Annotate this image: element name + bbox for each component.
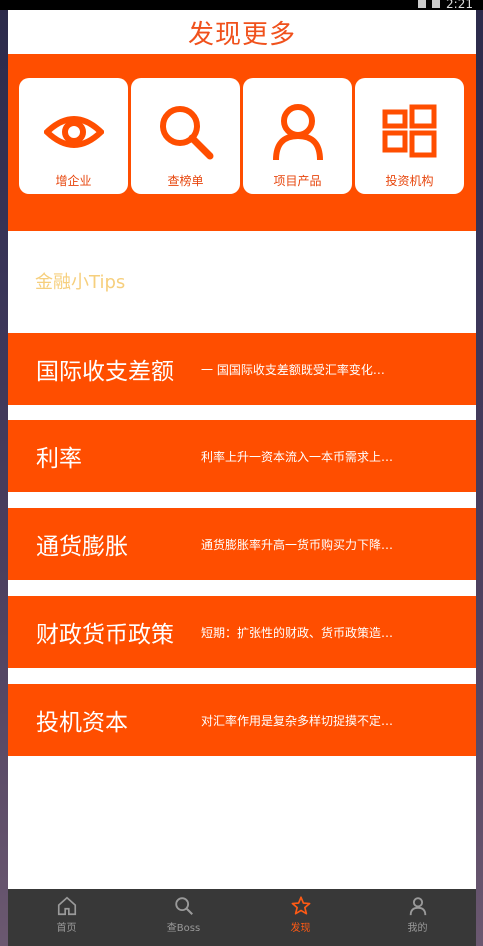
nav-item-boss[interactable]: 查Boss — [125, 889, 242, 946]
feature-label: 项目产品 — [273, 174, 322, 188]
nav-item-mine[interactable]: 我的 — [359, 889, 476, 946]
nav-label: 查Boss — [166, 923, 201, 934]
nav-label: 我的 — [407, 923, 428, 934]
bottom-nav: 首页 查Boss 发现 我的 — [8, 889, 476, 946]
status-bar: 2:21 — [0, 0, 483, 11]
search-icon — [174, 897, 193, 915]
tip-row[interactable]: 财政货币政策 短期：扩张性的财政、货币政策造… — [8, 596, 476, 668]
tip-title: 通货膨胀 — [36, 534, 128, 560]
feature-card-companies[interactable]: 增企业 — [19, 78, 128, 194]
tip-title: 国际收支差额 — [36, 359, 174, 385]
eye-icon — [43, 116, 104, 148]
battery-icon — [432, 0, 441, 8]
star-icon — [291, 896, 310, 915]
feature-panel: 增企业 查榜单 项目产品 投资机构 — [8, 54, 476, 231]
tip-desc: 短期：扩张性的财政、货币政策造… — [201, 625, 394, 640]
tip-desc: 利率上升一资本流入一本币需求上… — [201, 449, 394, 464]
tips-heading: 金融小Tips — [35, 272, 126, 293]
tip-title: 财政货币政策 — [36, 622, 174, 648]
feature-card-investors[interactable]: 投资机构 — [355, 78, 464, 194]
tip-title: 利率 — [36, 446, 82, 472]
tip-desc: 通货膨胀率升高一货币购买力下降… — [201, 537, 394, 552]
tip-row[interactable]: 利率 利率上升一资本流入一本币需求上… — [8, 420, 476, 492]
nav-label: 首页 — [56, 923, 77, 934]
feature-label: 查榜单 — [167, 174, 204, 188]
wifi-icon — [418, 0, 427, 8]
tip-title: 投机资本 — [36, 710, 128, 736]
feature-label: 增企业 — [55, 174, 92, 188]
tip-row[interactable]: 国际收支差额 一 国国际收支差额既受汇率变化… — [8, 333, 476, 405]
grid-icon — [382, 104, 436, 158]
tip-row[interactable]: 投机资本 对汇率作用是复杂多样切捉摸不定… — [8, 684, 476, 756]
tip-row[interactable]: 通货膨胀 通货膨胀率升高一货币购买力下降… — [8, 508, 476, 580]
nav-item-home[interactable]: 首页 — [8, 889, 125, 946]
tip-desc: 对汇率作用是复杂多样切捉摸不定… — [201, 713, 394, 728]
feature-card-rankings[interactable]: 查榜单 — [131, 78, 240, 194]
person-icon — [272, 104, 323, 161]
nav-item-discover[interactable]: 发现 — [242, 889, 359, 946]
feature-label: 投资机构 — [385, 174, 434, 188]
nav-label: 发现 — [290, 923, 311, 934]
tip-desc: 一 国国际收支差额既受汇率变化… — [201, 362, 385, 377]
app-screen: 发现更多 增企业 查榜单 项目产品 投资机构 金融小Tips 国际收支差额 一 … — [8, 10, 476, 946]
user-icon — [409, 897, 426, 916]
search-icon — [159, 106, 213, 160]
feature-card-projects[interactable]: 项目产品 — [243, 78, 352, 194]
page-title: 发现更多 — [187, 19, 296, 50]
home-icon — [57, 896, 76, 916]
